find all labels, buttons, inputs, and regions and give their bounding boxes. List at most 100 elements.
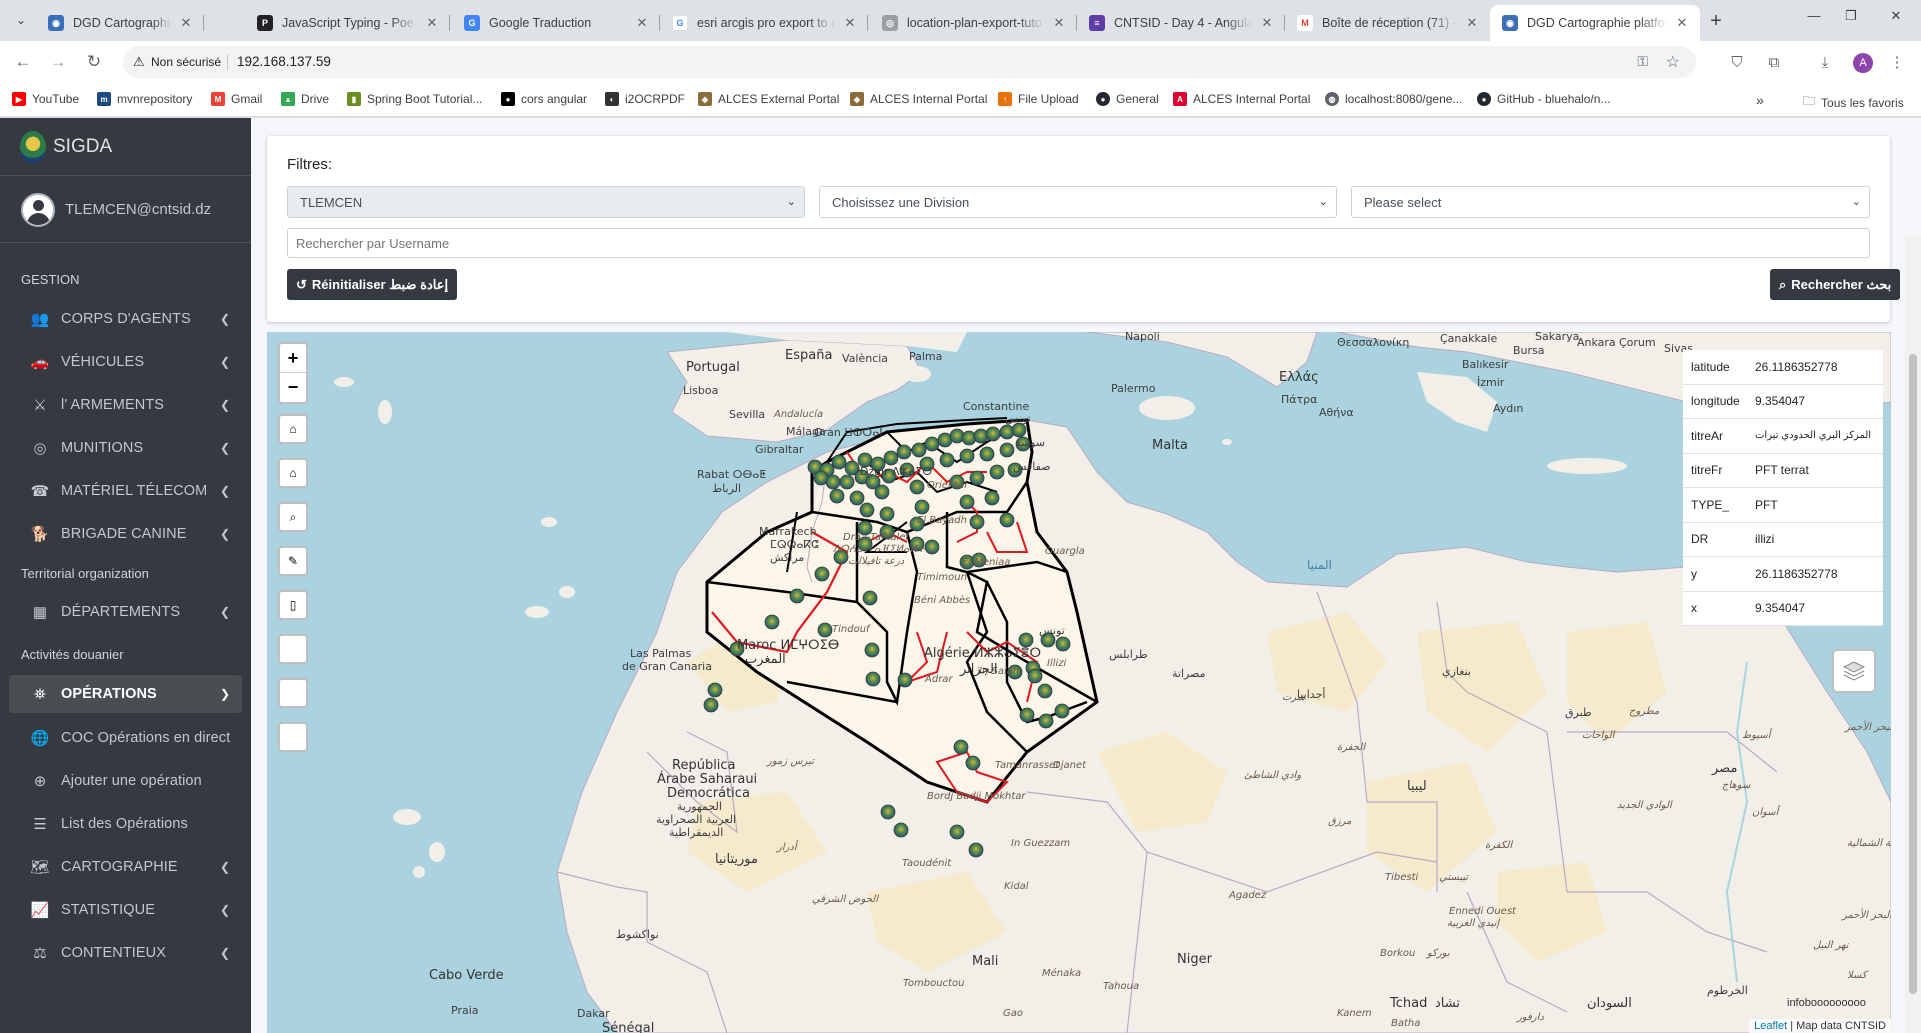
close-icon[interactable]: ✕ bbox=[1674, 15, 1690, 31]
nav-label: COC Opérations en direct bbox=[61, 730, 231, 746]
bookmark-localhost[interactable]: ◍ localhost:8080/gene... bbox=[1325, 92, 1462, 106]
bookmark-alces-external[interactable]: ◆ ALCES External Portal bbox=[698, 92, 839, 106]
search-button[interactable]: ⌕ Rechercher بحث bbox=[1770, 269, 1901, 300]
home-alt-icon[interactable]: ⌂ bbox=[278, 458, 308, 488]
zoom-in-icon[interactable]: + bbox=[280, 344, 306, 373]
third-select-value: Please select bbox=[1364, 195, 1442, 210]
nav-label: List des Opérations bbox=[61, 816, 188, 832]
brand-link[interactable]: SIGDA bbox=[0, 118, 251, 176]
user-panel[interactable]: TLEMCEN@cntsid.dz bbox=[0, 177, 251, 243]
nav-contentieux[interactable]: ⚖ CONTENTIEUX ❮ bbox=[9, 934, 242, 972]
bookmark-icon[interactable]: ▯ bbox=[278, 590, 308, 620]
paint-brush-icon[interactable]: ✎ bbox=[278, 546, 308, 576]
info-row: x 9.354047 bbox=[1683, 592, 1883, 626]
list-icon: ☰ bbox=[33, 816, 47, 833]
close-icon[interactable]: ✕ bbox=[424, 15, 440, 31]
nav-cartographie[interactable]: 🗺 CARTOGRAPHIE ❮ bbox=[9, 848, 242, 886]
home-icon[interactable]: ⌂ bbox=[278, 414, 308, 444]
bookmarks-bar: ▶ YouTube m mvnrepository M Gmail ▲ Drive ▮ S… bbox=[0, 83, 1921, 117]
profile-avatar[interactable]: A bbox=[1853, 53, 1873, 73]
browser-tab[interactable]: M Boîte de réception (71) - ✕ bbox=[1285, 5, 1490, 41]
bookmark-label: localhost:8080/gene... bbox=[1345, 92, 1463, 106]
scrollbar-thumb[interactable] bbox=[1909, 354, 1917, 994]
leaflet-link[interactable]: Leaflet bbox=[1754, 1020, 1787, 1032]
bookmark-alces-internal[interactable]: ◆ ALCES Internal Portal bbox=[850, 92, 987, 106]
url-text[interactable]: 192.168.137.59 bbox=[237, 54, 331, 69]
browser-tab[interactable]: ◉ DGD Cartographie platfor ✕ bbox=[36, 5, 204, 41]
reload-icon[interactable]: ↻ bbox=[81, 49, 107, 75]
browser-tab[interactable]: ≡ CNTSID - Day 4 - Angular ✕ bbox=[1077, 5, 1285, 41]
forward-icon[interactable]: → bbox=[45, 49, 71, 75]
browser-tab[interactable]: P JavaScript Typing - Poe ✕ bbox=[245, 5, 450, 41]
region-select-value: TLEMCEN bbox=[300, 195, 363, 210]
division-select[interactable]: Choisissez une Division ⌄ bbox=[819, 186, 1337, 218]
browser-tab[interactable]: G Google Traduction ✕ bbox=[452, 5, 660, 41]
bookmark-cors[interactable]: ● cors angular bbox=[501, 92, 587, 106]
bookmark-file-upload[interactable]: ↑ File Upload bbox=[998, 92, 1079, 106]
nav-statistique[interactable]: 📈 STATISTIQUE ❮ bbox=[9, 891, 242, 929]
bookmark-drive[interactable]: ▲ Drive bbox=[281, 92, 329, 106]
tab-search-icon[interactable]: ⌄ bbox=[10, 9, 32, 31]
nav-operations[interactable]: ⛯ OPÉRATIONS ❯ bbox=[9, 675, 242, 713]
close-icon[interactable]: ✕ bbox=[842, 15, 858, 31]
download-icon[interactable]: ⤓ bbox=[1815, 52, 1835, 72]
bookmark-alces-internal-angular[interactable]: A ALCES Internal Portal bbox=[1173, 92, 1310, 106]
bookmark-gmail[interactable]: M Gmail bbox=[211, 92, 262, 106]
third-select[interactable]: Please select ⌄ bbox=[1351, 186, 1870, 218]
security-label[interactable]: Non sécurisé bbox=[151, 55, 221, 69]
close-icon[interactable]: ✕ bbox=[178, 15, 194, 31]
content-wrapper: Filtres: TLEMCEN ⌄ Choisissez une Divisi… bbox=[251, 118, 1921, 1033]
more-bookmarks-icon[interactable]: » bbox=[1756, 92, 1764, 108]
bookmark-i2ocr[interactable]: ◐ i2OCRPDF bbox=[605, 92, 685, 106]
nav-armements[interactable]: ⚔ l' ARMEMENTS ❮ bbox=[9, 386, 242, 424]
close-window-icon[interactable]: ✕ bbox=[1881, 8, 1911, 24]
chevron-left-icon: ❮ bbox=[219, 355, 230, 369]
nav-brigade-canine[interactable]: 🐕 BRIGADE CANINE ❮ bbox=[9, 515, 242, 553]
bookmark-github[interactable]: ● GitHub - bluehalo/n... bbox=[1477, 92, 1610, 106]
nav-ajouter-operation[interactable]: ⊕ Ajouter une opération bbox=[9, 762, 242, 800]
tab-favicon: P bbox=[257, 15, 273, 31]
shield-icon[interactable]: ⛉ bbox=[1727, 52, 1747, 72]
nav-materiel-telecom[interactable]: ☎ MATÉRIEL TÉLECOM ❮ bbox=[9, 472, 242, 510]
back-icon[interactable]: ← bbox=[10, 49, 36, 75]
close-icon[interactable]: ✕ bbox=[1051, 15, 1067, 31]
zoom-out-icon[interactable]: − bbox=[280, 373, 306, 402]
reset-button[interactable]: ↺ Réinitialiser إعادة ضبط bbox=[287, 269, 458, 300]
user-name[interactable]: TLEMCEN@cntsid.dz bbox=[65, 201, 211, 218]
bookmark-spring[interactable]: ▮ Spring Boot Tutorial... bbox=[347, 92, 482, 106]
star-icon[interactable]: ☆ bbox=[1666, 52, 1680, 72]
bookmark-mvnrepository[interactable]: m mvnrepository bbox=[97, 92, 192, 106]
extensions-icon[interactable]: ⧉ bbox=[1764, 52, 1784, 72]
nav-munitions[interactable]: ◎ MUNITIONS ❮ bbox=[9, 429, 242, 467]
bookmark-youtube[interactable]: ▶ YouTube bbox=[12, 92, 79, 106]
browser-tab[interactable]: G esri arcgis pro export to g ✕ bbox=[660, 5, 868, 41]
empty-control-3[interactable] bbox=[278, 722, 308, 752]
close-icon[interactable]: ✕ bbox=[1464, 15, 1480, 31]
warning-icon[interactable]: ⚠ bbox=[133, 54, 145, 70]
key-icon[interactable]: ⚿ bbox=[1637, 53, 1648, 70]
bookmark-general[interactable]: ● General bbox=[1096, 92, 1159, 106]
browser-tab-active[interactable]: ◉ DGD Cartographie platfor ✕ bbox=[1490, 5, 1700, 41]
new-tab-icon[interactable]: + bbox=[1705, 10, 1727, 32]
region-select[interactable]: TLEMCEN ⌄ bbox=[287, 186, 805, 218]
username-search-input[interactable] bbox=[287, 228, 1870, 258]
menu-icon[interactable]: ⋮ bbox=[1887, 52, 1907, 72]
empty-control-1[interactable] bbox=[278, 634, 308, 664]
nav-coc-operations[interactable]: 🌐 COC Opérations en direct bbox=[9, 719, 242, 757]
nav-departements[interactable]: ▦ DÉPARTEMENTS ❮ bbox=[9, 593, 242, 631]
layers-control[interactable] bbox=[1832, 649, 1876, 693]
nav-list-operations[interactable]: ☰ List des Opérations bbox=[9, 805, 242, 843]
map-search-icon[interactable]: ⌕ bbox=[278, 502, 308, 532]
page-scrollbar[interactable] bbox=[1905, 236, 1921, 1033]
browser-tab[interactable]: ◎ location-plan-export-tuto ✕ bbox=[870, 5, 1077, 41]
close-icon[interactable]: ✕ bbox=[1259, 15, 1275, 31]
restore-icon[interactable]: ❐ bbox=[1836, 8, 1866, 24]
empty-control-2[interactable] bbox=[278, 678, 308, 708]
all-bookmarks[interactable]: 🗀 Tous les favoris bbox=[1803, 92, 1904, 113]
nav-vehicules[interactable]: 🚗 VÉHICULES ❮ bbox=[9, 343, 242, 381]
nav-corps-agents[interactable]: 👥 CORPS D'AGENTS ❮ bbox=[9, 300, 242, 338]
leaflet-map[interactable]: Portugal Lisboa España València Palma Se… bbox=[267, 332, 1891, 1033]
minimize-icon[interactable]: — bbox=[1799, 8, 1829, 23]
address-bar[interactable]: ⚠ Non sécurisé 192.168.137.59 ⚿ ☆ bbox=[123, 46, 1696, 78]
close-icon[interactable]: ✕ bbox=[634, 15, 650, 31]
